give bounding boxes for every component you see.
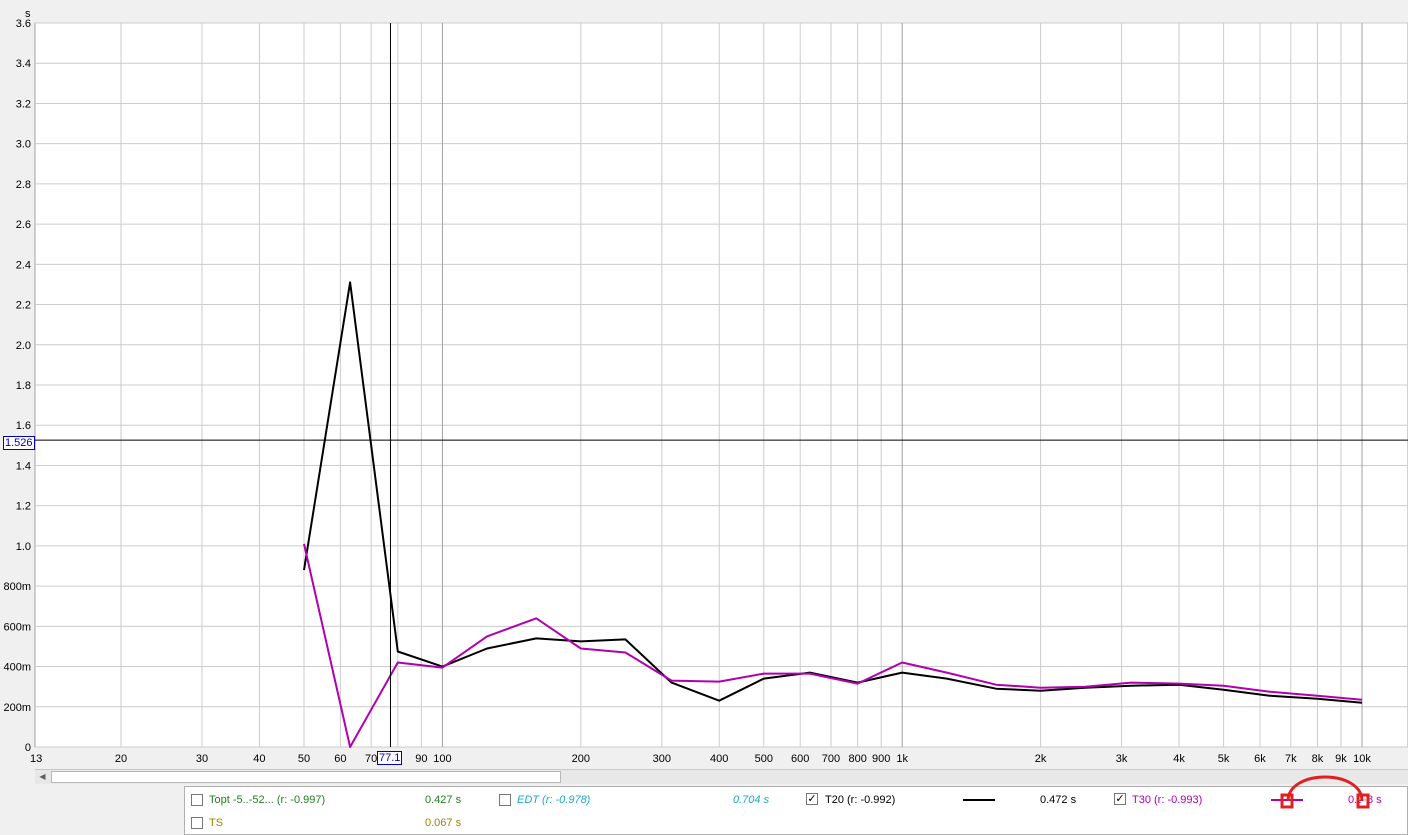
t20-value: 0.472 s [1040,794,1077,806]
x-tick-label: 400 [710,753,728,765]
y-tick-label: 1.2 [16,501,31,513]
y-tick-label: 2.6 [16,219,31,231]
ts-checkbox[interactable] [191,817,203,829]
cursor-x-value: 77.1 [377,751,403,765]
x-tick-labels: 13 20 30 40 50 60 70 90 100 200 300 400 500 600 700 800… [30,753,1371,765]
y-tick-label: 1.4 [16,460,31,472]
x-tick-label: 900 [872,753,890,765]
x-tick-label: 10k [1353,753,1371,765]
x-tick-label: 200 [572,753,590,765]
cursor-y-value: 1.526 [3,436,35,450]
edt-value: 0.704 s [733,794,770,806]
t30-label: T30 (r: -0.993) [1132,794,1203,806]
x-tick-label: 8k [1312,753,1324,765]
x-tick-label: 4k [1173,753,1185,765]
t20-checkbox[interactable]: ✓ [806,793,818,805]
y-tick-label: 200m [3,702,31,714]
x-tick-label: 30 [196,753,208,765]
y-tick-label: 800m [3,581,31,593]
t20-swatch [963,799,995,801]
horizontal-scrollbar[interactable]: ◀ [35,769,1408,784]
t30-checkbox[interactable]: ✓ [1114,793,1126,805]
x-tick-label: 60 [334,753,346,765]
x-tick-label: 5k [1218,753,1230,765]
ts-label: TS [209,817,224,829]
y-unit-label: s [25,8,31,20]
y-tick-label: 1.0 [16,541,31,553]
y-tick-label: 2.4 [16,259,31,271]
x-tick-label: 700 [822,753,840,765]
x-tick-label: 7k [1285,753,1297,765]
x-tick-label: 2k [1035,753,1047,765]
rt-chart[interactable]: 3.63.43.23.02.82.62.42.22.01.81.61.41.21… [0,0,1408,770]
x-tick-label: 70 [365,753,377,765]
x-tick-label: 100 [433,753,451,765]
x-tick-label: 90 [415,753,427,765]
x-tick-label: 9k [1335,753,1347,765]
ts-value: 0.067 s [425,817,462,829]
headphones-icon [1280,775,1370,809]
legend-panel: Topt -5..-52... (r: -0.997) 0.427 s EDT … [184,775,1408,835]
scroll-thumb[interactable] [51,771,561,783]
edt-label: EDT (r: -0.978) [517,794,591,806]
topt-label: Topt -5..-52... (r: -0.997) [209,794,326,806]
x-tick-label: 50 [298,753,310,765]
x-tick-label: 500 [755,753,773,765]
y-tick-label: 2.0 [16,340,31,352]
y-tick-label: 1.8 [16,380,31,392]
topt-value: 0.427 s [425,794,462,806]
y-tick-label: 600m [3,621,31,633]
x-tick-label: 20 [115,753,127,765]
x-tick-label: 600 [791,753,809,765]
y-tick-label: 3.0 [16,139,31,151]
y-tick-label: 3.2 [16,98,31,110]
y-tick-label: 400m [3,662,31,674]
t20-label: T20 (r: -0.992) [825,794,896,806]
x-tick-label: 1k [896,753,908,765]
y-tick-labels: 3.63.43.23.02.82.62.42.22.01.81.61.41.21… [3,18,31,754]
y-tick-label: 1.6 [16,420,31,432]
edt-checkbox[interactable] [499,794,511,806]
x-tick-label: 3k [1116,753,1128,765]
y-tick-label: 2.2 [16,300,31,312]
x-tick-label: 6k [1254,753,1266,765]
y-tick-label: 2.8 [16,179,31,191]
x-tick-label: 300 [653,753,671,765]
scroll-left-icon[interactable]: ◀ [37,772,48,782]
x-tick-label: 800 [848,753,866,765]
topt-checkbox[interactable] [191,794,203,806]
y-tick-label: 3.4 [16,58,31,70]
x-tick-label: 40 [253,753,265,765]
x-tick-label: 13 [30,753,42,765]
